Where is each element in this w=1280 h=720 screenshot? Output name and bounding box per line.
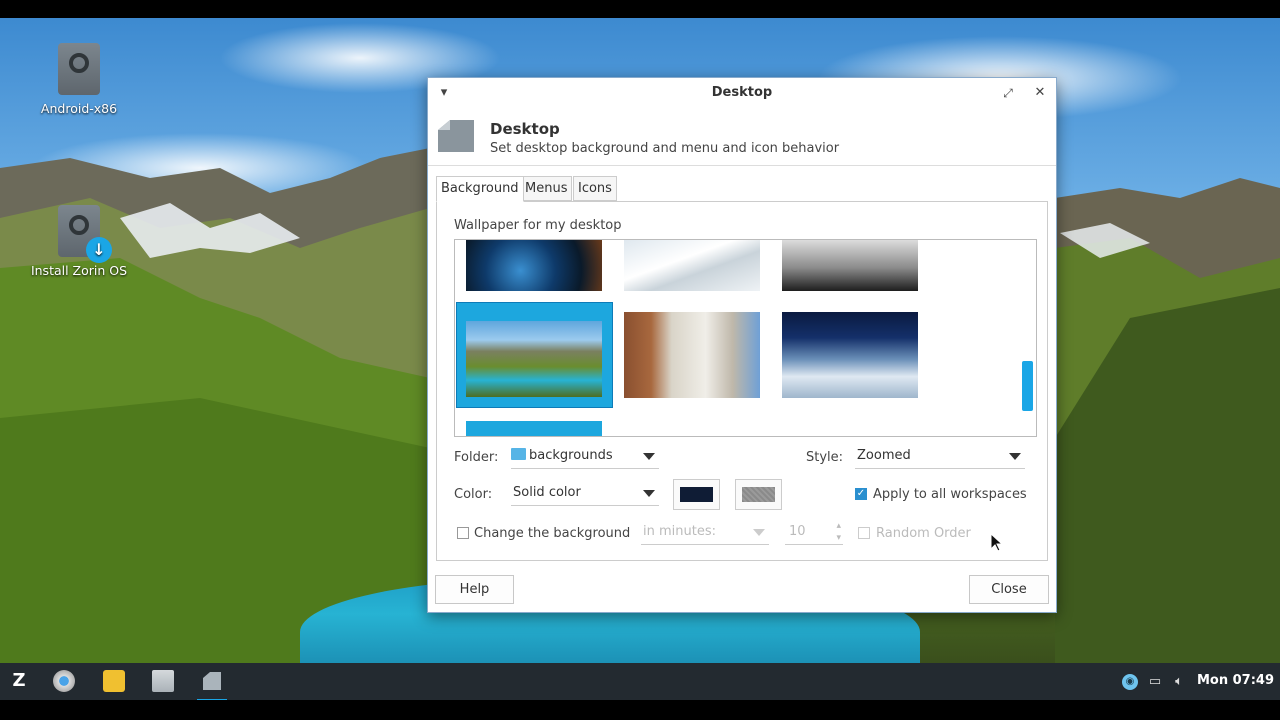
desktop-settings-dialog: ▾ Desktop ⤢ ✕ Desktop Set desktop backgr… [427,77,1057,613]
desktop-icon-android[interactable]: Android-x86 [24,43,134,116]
wallpaper-thumb-partial[interactable] [466,421,602,436]
wallpaper-thumb-space[interactable] [466,240,602,291]
wallpaper-grid[interactable] [454,239,1037,437]
software-store-icon[interactable] [103,670,125,692]
wallpaper-label: Wallpaper for my desktop [454,218,622,233]
close-button[interactable]: Close [969,575,1049,604]
installer-drive-icon: ↓ [58,205,112,263]
clock[interactable]: Mon 07:49 [1197,673,1274,688]
folder-value: backgrounds [529,448,613,463]
desktop-settings-icon [438,120,474,152]
interval-unit-value: in minutes: [643,524,716,539]
primary-color-swatch [680,487,713,502]
letterbox-bottom [0,700,1280,720]
wallpaper-thumb-tower[interactable] [624,312,760,398]
wallpaper-thumb-building[interactable] [624,240,760,291]
tab-icons[interactable]: Icons [573,176,617,201]
style-value: Zoomed [857,448,911,463]
close-icon[interactable]: ✕ [1030,83,1050,103]
random-order-checkbox[interactable] [858,527,870,539]
color-label: Color: [454,487,493,502]
download-icon: ↓ [86,237,112,263]
wallpaper-thumb-mountain-lake-selected[interactable] [456,302,613,408]
drive-icon [58,43,100,95]
desktop-icon-install-zorin[interactable]: ↓ Install Zorin OS [24,205,134,278]
wallpaper-thumb-dunes[interactable] [782,240,918,291]
taskbar: Z ◉ ▭ 🔈︎ Mon 07:49 [0,663,1280,701]
secondary-color-swatch [742,487,775,502]
style-label: Style: [806,450,844,465]
folder-select[interactable]: backgrounds [511,445,659,469]
window-title: Desktop [711,85,773,100]
header-title: Desktop [490,120,560,138]
desktop-icon-label: Install Zorin OS [30,263,128,278]
tab-menus[interactable]: Menus [520,176,573,201]
folder-icon [511,448,526,460]
folder-label: Folder: [454,450,499,465]
tab-background[interactable]: Background [436,176,524,202]
mouse-cursor-icon [991,534,1003,552]
chevron-down-icon [1009,453,1021,460]
interval-value: 10 [789,524,806,539]
files-icon[interactable] [152,670,174,692]
apply-all-workspaces-checkbox[interactable]: ✓ [855,488,867,500]
zorin-connect-icon[interactable]: ◉ [1122,674,1138,690]
display-icon[interactable]: ▭ [1147,674,1163,690]
random-order-label[interactable]: Random Order [876,526,971,541]
secondary-color-button[interactable] [735,479,782,510]
interval-spinner[interactable]: 10 ▴ ▾ [785,521,843,545]
zorin-menu-icon[interactable]: Z [8,670,30,692]
style-select[interactable]: Zoomed [855,445,1025,469]
change-background-checkbox[interactable] [457,527,469,539]
background-tab-panel: Wallpaper for my desktop Folder: backgro… [436,201,1048,561]
wallpaper-preview [466,321,602,397]
wallpaper-scrollbar[interactable] [1022,361,1033,411]
apply-all-workspaces-label[interactable]: Apply to all workspaces [873,487,1027,502]
chevron-down-icon [643,490,655,497]
header-divider [428,165,1056,166]
primary-color-button[interactable] [673,479,720,510]
title-bar[interactable]: ▾ Desktop ⤢ ✕ [428,78,1056,108]
desktop-settings-taskbar-icon[interactable] [197,670,227,701]
interval-unit-select[interactable]: in minutes: [641,521,769,545]
spin-down-icon[interactable]: ▾ [836,527,841,549]
color-mode-value: Solid color [513,485,581,500]
color-mode-select[interactable]: Solid color [511,482,659,506]
header-subtitle: Set desktop background and menu and icon… [490,141,840,156]
wallpaper-thumb-earth-clouds[interactable] [782,312,918,398]
chevron-down-icon [643,453,655,460]
change-background-label[interactable]: Change the background [474,526,630,541]
browser-icon[interactable] [53,670,75,692]
desktop-icon-label: Android-x86 [40,101,118,116]
volume-icon[interactable]: 🔈︎ [1171,674,1187,690]
chevron-down-icon [753,529,765,536]
help-button[interactable]: Help [435,575,514,604]
letterbox-top [0,0,1280,18]
dialog-header: Desktop Set desktop background and menu … [438,116,1038,160]
maximize-icon[interactable]: ⤢ [998,83,1018,103]
